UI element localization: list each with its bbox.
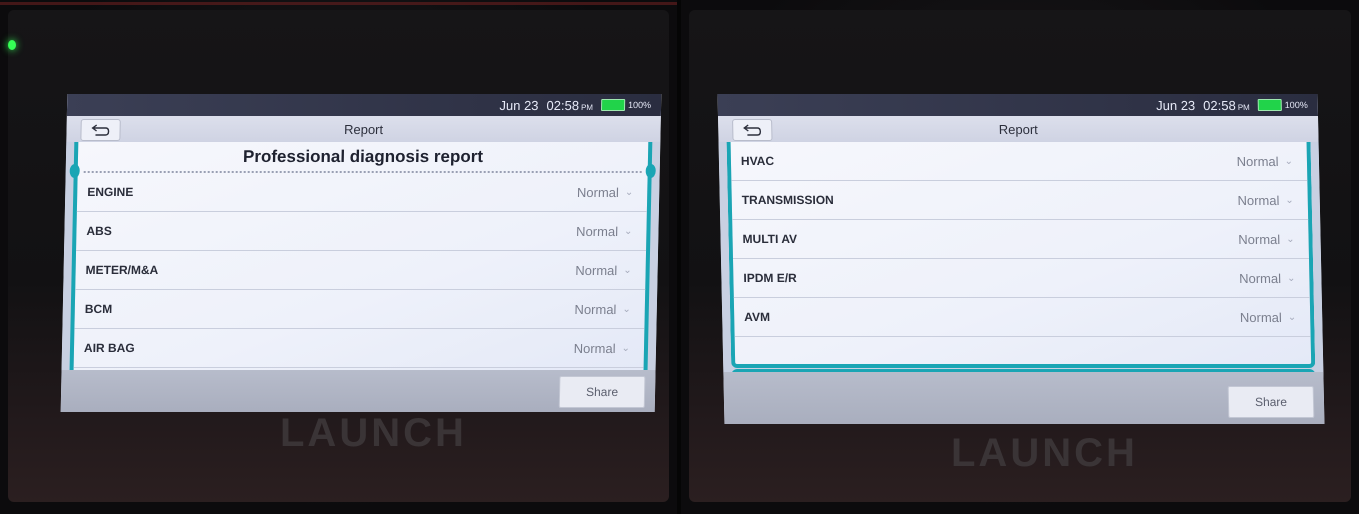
system-name: TRANSMISSION bbox=[741, 193, 834, 207]
chevron-down-icon: ⌄ bbox=[1285, 194, 1294, 206]
chevron-down-icon: ⌄ bbox=[1286, 272, 1296, 284]
status-value: Normal bbox=[1237, 192, 1280, 208]
status-value: Normal bbox=[1238, 231, 1281, 247]
status-bar: Jun 23 02:58 PM 100% bbox=[66, 94, 662, 116]
battery-indicator: 100% bbox=[600, 99, 652, 111]
chevron-down-icon: ⌄ bbox=[1286, 233, 1295, 245]
system-row[interactable]: AVM Normal ⌄ bbox=[733, 298, 1311, 337]
chevron-down-icon: ⌄ bbox=[621, 342, 631, 354]
share-button[interactable]: Share bbox=[1227, 386, 1315, 418]
system-name: AVM bbox=[744, 310, 771, 324]
app-bar: Report bbox=[718, 116, 1319, 142]
device-screen: Jun 23 02:58 PM 100% Report Professional … bbox=[60, 94, 662, 412]
status-date: Jun 23 bbox=[499, 97, 539, 113]
chevron-down-icon: ⌄ bbox=[1284, 155, 1294, 167]
battery-percent: 100% bbox=[1284, 100, 1308, 110]
status-bar: Jun 23 02:58 PM 100% bbox=[717, 94, 1319, 116]
battery-percent: 100% bbox=[627, 100, 652, 110]
chevron-down-icon: ⌄ bbox=[623, 264, 632, 276]
report-card: HVAC Normal ⌄ TRANSMISSION Normal ⌄ MULTI AV No… bbox=[726, 142, 1316, 368]
status-value: Normal bbox=[573, 340, 616, 356]
bottom-bar: Share bbox=[723, 372, 1325, 424]
system-name: ENGINE bbox=[87, 185, 134, 199]
battery-indicator: 100% bbox=[1257, 99, 1308, 111]
status-dropdown[interactable]: Normal ⌄ bbox=[576, 224, 633, 239]
device-brand-logo: LAUNCH bbox=[951, 431, 1138, 475]
report-card: Professional diagnosis report ENGINE Norm… bbox=[69, 142, 656, 370]
status-value: Normal bbox=[576, 223, 619, 239]
status-dropdown[interactable]: Normal ⌄ bbox=[577, 185, 634, 200]
chevron-down-icon: ⌄ bbox=[623, 225, 633, 237]
back-arrow-icon bbox=[743, 124, 762, 136]
system-name: METER/M&A bbox=[85, 263, 159, 277]
system-row[interactable]: IPDM E/R Normal ⌄ bbox=[733, 259, 1310, 298]
status-dropdown[interactable]: Normal ⌄ bbox=[1238, 232, 1295, 247]
system-row[interactable]: METER/M&A Normal ⌄ bbox=[75, 251, 647, 290]
page-title: Report bbox=[343, 121, 384, 137]
system-row[interactable]: ENGINE Normal ⌄ bbox=[76, 173, 648, 212]
chevron-down-icon: ⌄ bbox=[622, 303, 631, 315]
status-value: Normal bbox=[1239, 309, 1282, 325]
chevron-down-icon: ⌄ bbox=[624, 186, 634, 198]
status-dropdown[interactable]: Normal ⌄ bbox=[1237, 193, 1294, 208]
status-dropdown[interactable]: Normal ⌄ bbox=[1239, 271, 1296, 286]
system-list: HVAC Normal ⌄ TRANSMISSION Normal ⌄ MULTI AV No… bbox=[730, 142, 1311, 337]
photo-right: Jun 23 02:58 PM 100% Report HVAC Normal ⌄ TR… bbox=[681, 0, 1359, 514]
status-value: Normal bbox=[1238, 270, 1282, 286]
content-area: Professional diagnosis report ENGINE Norm… bbox=[61, 142, 661, 370]
status-value: Normal bbox=[1236, 153, 1279, 169]
status-dropdown[interactable]: Normal ⌄ bbox=[1240, 310, 1297, 325]
status-value: Normal bbox=[574, 301, 617, 317]
status-dropdown[interactable]: Normal ⌄ bbox=[575, 263, 632, 278]
device-screen: Jun 23 02:58 PM 100% Report HVAC Normal ⌄ TR… bbox=[717, 94, 1325, 424]
system-name: MULTI AV bbox=[742, 232, 798, 246]
power-led bbox=[8, 40, 16, 50]
system-row[interactable]: MULTI AV Normal ⌄ bbox=[732, 220, 1309, 259]
system-name: BCM bbox=[84, 302, 113, 316]
app-bar: Report bbox=[66, 116, 661, 142]
status-dropdown[interactable]: Normal ⌄ bbox=[1236, 154, 1293, 169]
back-arrow-icon bbox=[91, 124, 110, 136]
system-name: HVAC bbox=[740, 154, 775, 168]
system-row[interactable]: BCM Normal ⌄ bbox=[74, 290, 646, 329]
content-area: HVAC Normal ⌄ TRANSMISSION Normal ⌄ MULTI AV No… bbox=[718, 142, 1324, 382]
photo-left: Jun 23 02:58 PM 100% Report Professional … bbox=[0, 0, 677, 514]
system-name: ABS bbox=[86, 224, 112, 238]
status-value: Normal bbox=[575, 262, 618, 278]
back-button[interactable] bbox=[732, 119, 773, 141]
system-name: AIR BAG bbox=[83, 341, 135, 355]
battery-icon bbox=[600, 99, 626, 111]
system-row[interactable]: HVAC Normal ⌄ bbox=[730, 142, 1308, 181]
system-row[interactable]: TRANSMISSION Normal ⌄ bbox=[731, 181, 1309, 220]
status-time: 02:58 PM bbox=[546, 97, 594, 113]
device-brand-logo: LAUNCH bbox=[280, 411, 467, 455]
share-button[interactable]: Share bbox=[558, 376, 646, 408]
system-row[interactable]: ABS Normal ⌄ bbox=[76, 212, 647, 251]
status-value: Normal bbox=[576, 184, 620, 200]
system-row[interactable]: AIR BAG Normal ⌄ bbox=[73, 329, 645, 368]
system-name: IPDM E/R bbox=[743, 271, 797, 285]
chevron-down-icon: ⌄ bbox=[1287, 311, 1297, 323]
status-dropdown[interactable]: Normal ⌄ bbox=[574, 302, 631, 317]
back-button[interactable] bbox=[80, 119, 121, 141]
report-title: Professional diagnosis report bbox=[242, 147, 484, 166]
battery-icon bbox=[1257, 99, 1282, 111]
bottom-bar: Share bbox=[60, 370, 656, 412]
card-notch-right bbox=[645, 164, 656, 178]
device-top-edge bbox=[0, 2, 677, 5]
page-title: Report bbox=[998, 121, 1038, 137]
status-time: 02:58 PM bbox=[1203, 97, 1250, 113]
system-list: ENGINE Normal ⌄ ABS Normal ⌄ METER/M&A Normal ⌄ B… bbox=[73, 173, 648, 368]
status-date: Jun 23 bbox=[1155, 97, 1196, 113]
status-dropdown[interactable]: Normal ⌄ bbox=[574, 341, 631, 356]
